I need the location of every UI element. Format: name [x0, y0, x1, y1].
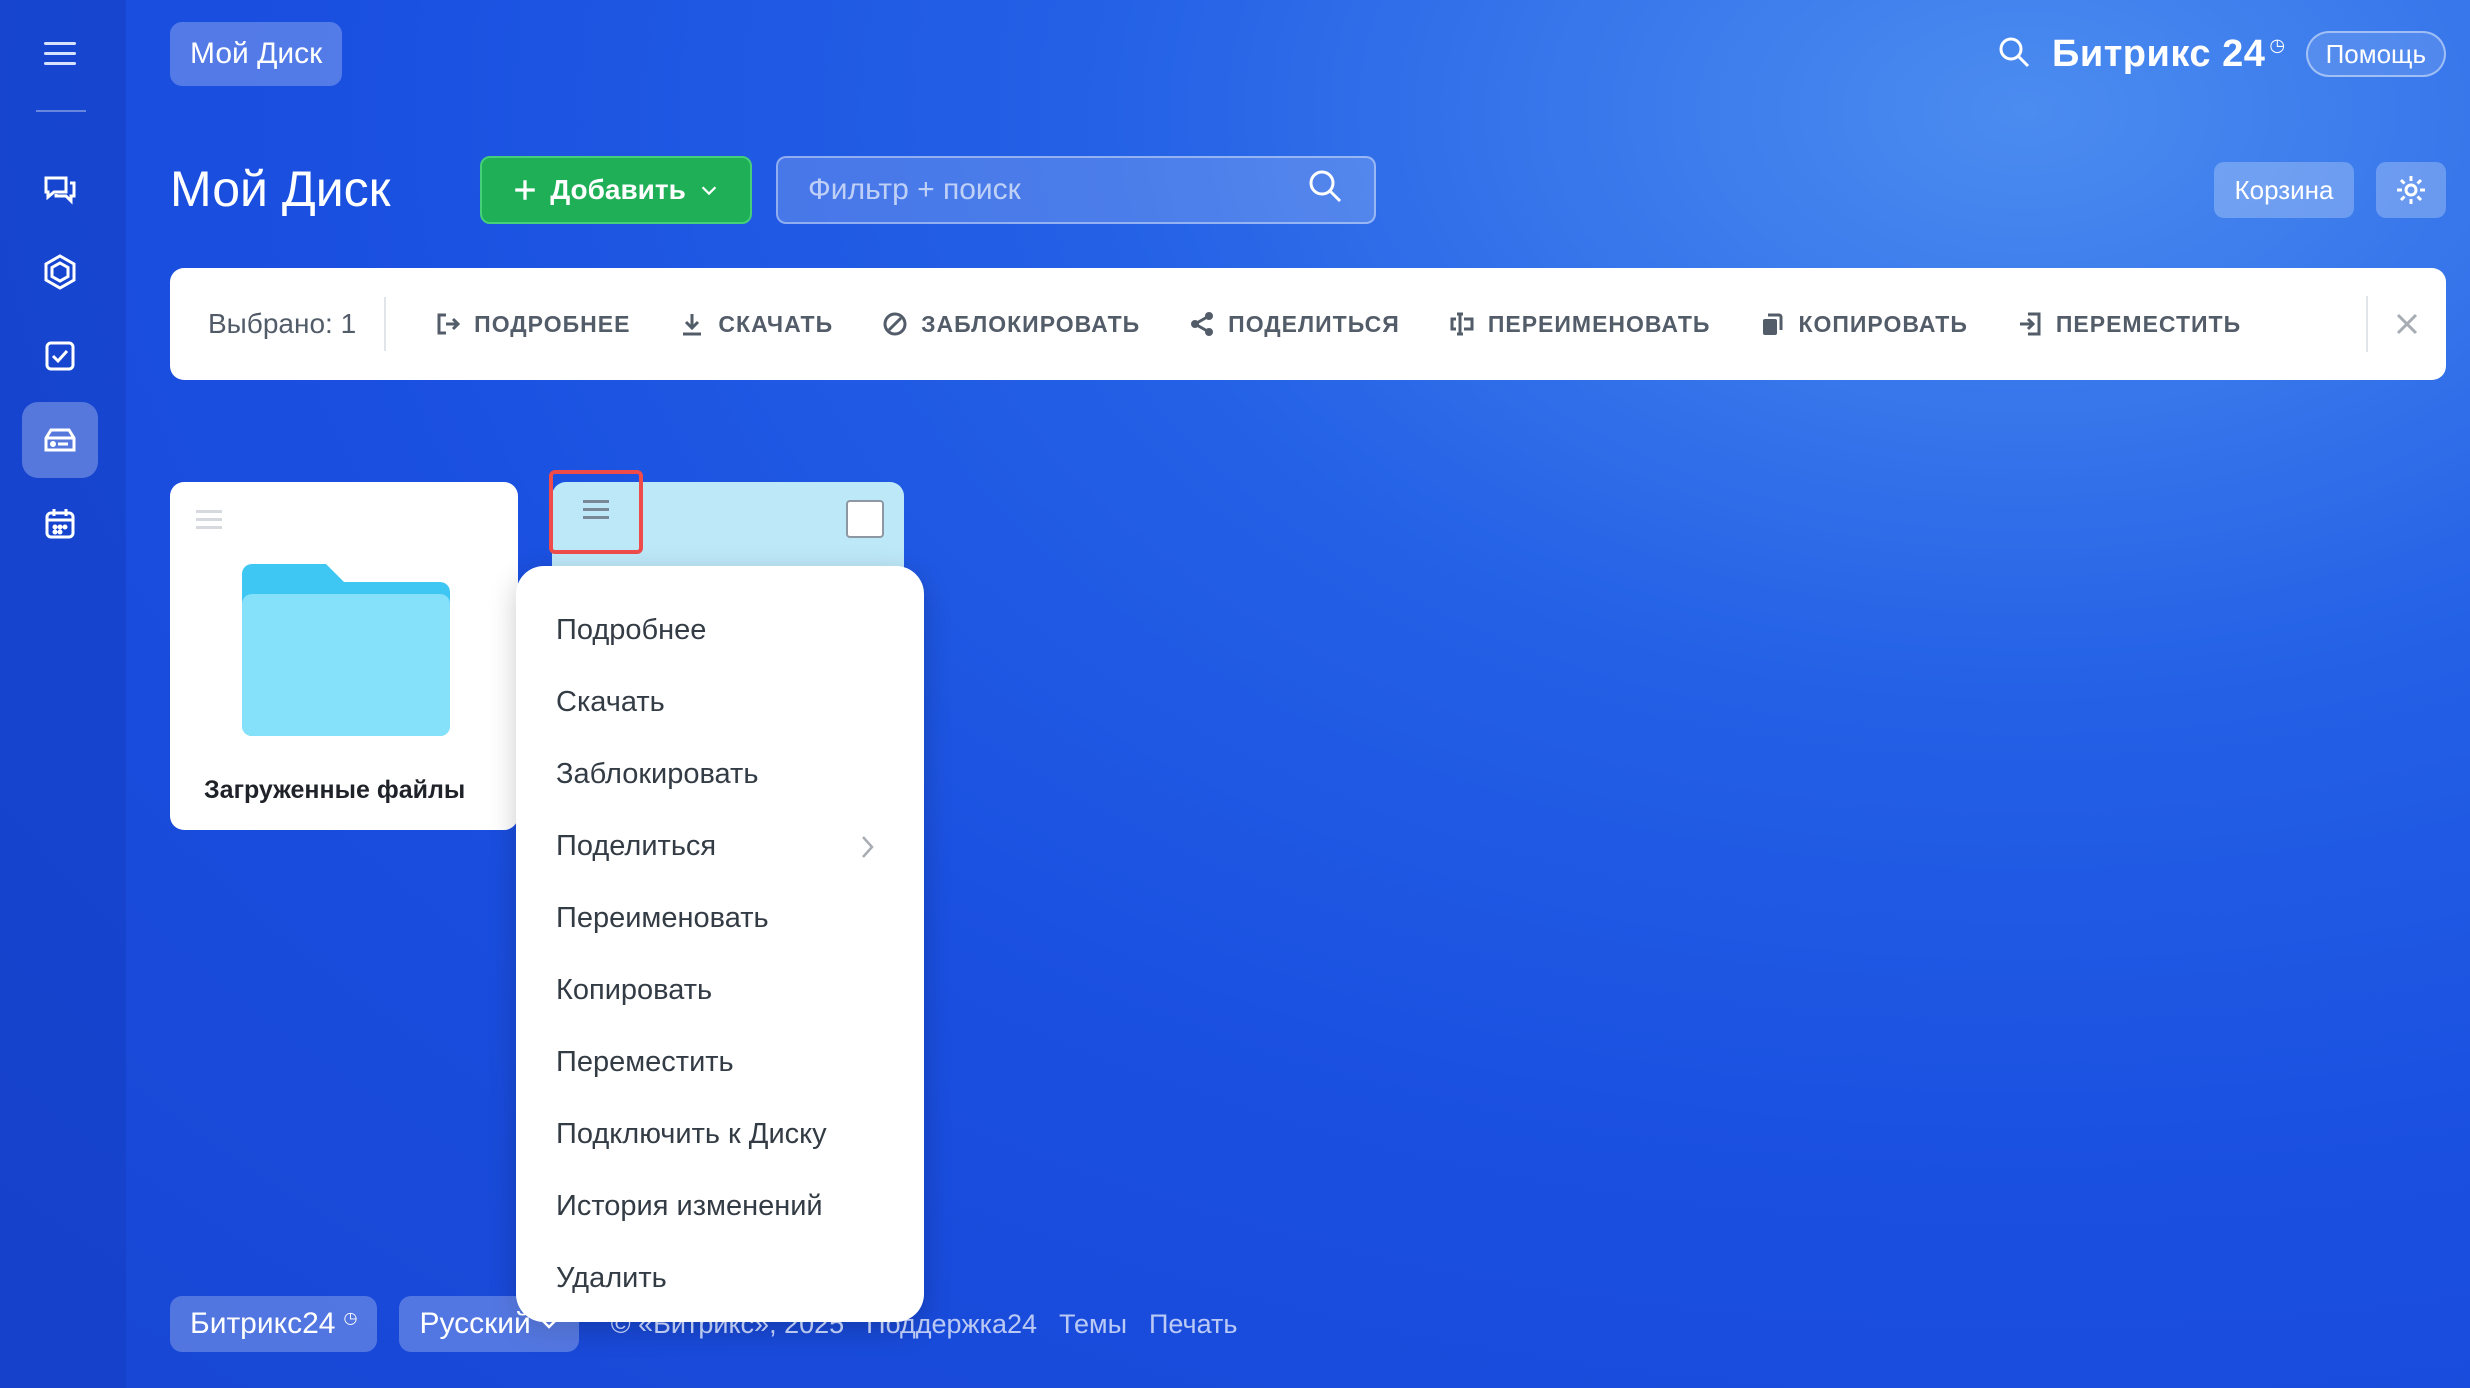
menu-lines-icon	[583, 500, 609, 524]
action-move[interactable]: ПЕРЕМЕСТИТЬ	[2016, 310, 2241, 338]
download-icon	[683, 314, 702, 336]
action-rename-label: ПЕРЕИМЕНОВАТЬ	[1487, 310, 1711, 337]
footer-copyright: © «Битрикс», 2025	[610, 1308, 845, 1339]
share-icon	[1191, 312, 1214, 336]
hexagon-icon[interactable]	[38, 250, 82, 294]
trash-button[interactable]: Корзина	[2214, 162, 2354, 218]
language-label: Русский	[419, 1307, 531, 1340]
footer: Битрикс24 ◷ Русский © «Битрикс», 2025 По…	[170, 1296, 1237, 1352]
action-copy[interactable]: КОПИРОВАТЬ	[1758, 310, 1967, 338]
folder-icon	[242, 564, 450, 736]
action-move-label: ПЕРЕМЕСТИТЬ	[2055, 310, 2242, 337]
drag-handle-icon[interactable]	[196, 510, 222, 534]
menu-item-rename[interactable]: Переименовать	[516, 882, 924, 954]
clock-icon: ◷	[343, 1310, 358, 1327]
tile-menu-button[interactable]	[549, 470, 643, 554]
close-icon	[2396, 313, 2418, 335]
menu-item-share-label: Поделиться	[556, 829, 717, 862]
search-input[interactable]	[808, 173, 1306, 207]
context-menu: Подробнее Скачать Заблокировать Поделить…	[516, 566, 924, 1322]
action-download[interactable]: СКАЧАТЬ	[678, 310, 833, 338]
menu-item-block[interactable]: Заблокировать	[516, 738, 924, 810]
move-icon	[2019, 312, 2041, 336]
clock-icon: ◷	[2269, 34, 2286, 55]
help-button[interactable]: Помощь	[2305, 31, 2446, 77]
menu-item-copy[interactable]: Копировать	[516, 954, 924, 1026]
copy-icon	[1763, 313, 1783, 335]
block-icon	[883, 312, 907, 336]
footer-brand-label: Битрикс24	[190, 1307, 336, 1340]
menu-item-move[interactable]: Переместить	[516, 1026, 924, 1098]
action-rename[interactable]: ПЕРЕИМЕНОВАТЬ	[1448, 310, 1711, 338]
breadcrumb-my-disk[interactable]: Мой Диск	[170, 22, 343, 86]
sidebar-divider	[36, 110, 86, 112]
chevron-down-icon	[701, 186, 717, 196]
search-icon[interactable]	[1306, 167, 1344, 213]
search-icon[interactable]	[1996, 34, 2032, 75]
tasks-icon[interactable]	[38, 334, 82, 378]
filter-search-box[interactable]	[776, 156, 1376, 224]
calendar-icon[interactable]	[38, 502, 82, 546]
footer-support-link[interactable]: Поддержка24	[866, 1309, 1037, 1340]
language-selector[interactable]: Русский	[399, 1296, 579, 1352]
action-share[interactable]: ПОДЕЛИТЬСЯ	[1188, 310, 1400, 338]
details-icon	[437, 313, 461, 335]
topbar-right: Битрикс 24 ◷ Помощь	[1996, 22, 2446, 86]
settings-button[interactable]	[2376, 162, 2446, 218]
menu-item-details[interactable]: Подробнее	[516, 594, 924, 666]
page-title: Мой Диск	[170, 161, 391, 217]
action-details-label: ПОДРОБНЕЕ	[474, 310, 631, 337]
footer-brand[interactable]: Битрикс24 ◷	[170, 1296, 378, 1352]
action-block-label: ЗАБЛОКИРОВАТЬ	[921, 310, 1141, 337]
chevron-down-icon	[541, 1320, 556, 1329]
action-block[interactable]: ЗАБЛОКИРОВАТЬ	[881, 310, 1140, 338]
menu-item-download[interactable]: Скачать	[516, 666, 924, 738]
action-details[interactable]: ПОДРОБНЕЕ	[434, 310, 630, 338]
brand-name: Битрикс 24	[2052, 32, 2266, 75]
gear-icon	[2397, 176, 2425, 204]
close-action-bar-button[interactable]	[2366, 296, 2446, 352]
action-share-label: ПОДЕЛИТЬСЯ	[1228, 310, 1400, 337]
disk-icon[interactable]	[22, 402, 98, 478]
brand-logo[interactable]: Битрикс 24 ◷	[2052, 33, 2286, 76]
menu-item-connect-disk[interactable]: Подключить к Диску	[516, 1098, 924, 1170]
chat-icon[interactable]	[38, 166, 82, 210]
menu-item-history[interactable]: История изменений	[516, 1170, 924, 1242]
add-button[interactable]: Добавить	[480, 156, 752, 224]
folder-tile[interactable]: Загруженные файлы	[170, 482, 518, 830]
folder-name: Загруженные файлы	[204, 776, 466, 804]
tile-checkbox[interactable]	[846, 500, 884, 538]
selected-file-tile[interactable]	[549, 470, 904, 572]
rename-icon	[1450, 312, 1474, 336]
action-copy-label: КОПИРОВАТЬ	[1798, 310, 1968, 337]
selection-action-bar: Выбрано: 1 ПОДРОБНЕЕ СКАЧАТЬ ЗАБЛОКИРОВА…	[170, 268, 2446, 380]
footer-print-link[interactable]: Печать	[1149, 1309, 1237, 1340]
menu-item-share[interactable]: Поделиться	[516, 810, 924, 882]
left-sidebar	[0, 0, 126, 1388]
selected-count: Выбрано: 1	[170, 297, 387, 351]
plus-icon	[515, 180, 535, 200]
action-download-label: СКАЧАТЬ	[718, 310, 834, 337]
hamburger-menu-icon[interactable]	[44, 42, 76, 68]
footer-themes-link[interactable]: Темы	[1059, 1309, 1127, 1340]
add-button-label: Добавить	[550, 174, 686, 205]
chevron-right-icon	[862, 836, 874, 858]
